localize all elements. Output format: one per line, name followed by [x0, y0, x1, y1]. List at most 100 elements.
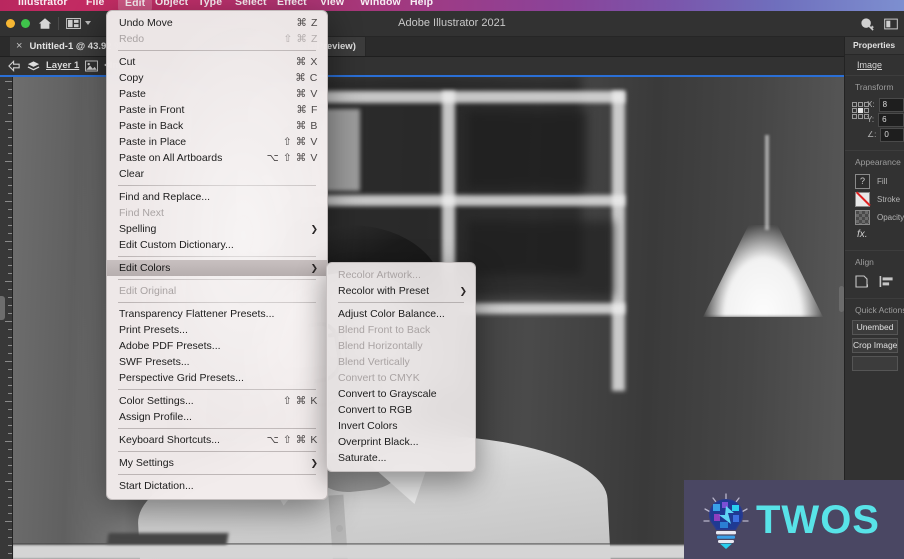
submenu-item-adjust-color-balance[interactable]: Adjust Color Balance... — [327, 306, 475, 322]
reference-point-selector[interactable] — [852, 102, 869, 119]
menu-item-paste-on-all-artboards[interactable]: Paste on All Artboards ⌥ ⇧ ⌘ V — [107, 150, 327, 166]
menu-item-assign-profile[interactable]: Assign Profile... — [107, 409, 327, 425]
menu-item-paste-in-back[interactable]: Paste in Back ⌘ B — [107, 118, 327, 134]
opacity-row[interactable]: Opacity — [845, 208, 904, 226]
menu-item-label: Spelling — [119, 223, 157, 235]
submenu-item-recolor-with-preset[interactable]: Recolor with Preset ❯ — [327, 283, 475, 299]
left-panel-collapse-handle[interactable] — [0, 296, 5, 320]
menu-item-shortcut: ⌘ X — [295, 56, 318, 68]
menu-item-clear[interactable]: Clear — [107, 166, 327, 182]
submenu-item-saturate[interactable]: Saturate... — [327, 450, 475, 466]
fill-row[interactable]: ? Fill — [845, 172, 904, 190]
edit-menu-dropdown[interactable]: Undo Move ⌘ Z Redo ⇧ ⌘ Z Cut ⌘ X Copy ⌘ C Paste ⌘… — [106, 10, 328, 500]
back-arrow-icon[interactable] — [8, 59, 21, 72]
appearance-heading: Appearance — [855, 157, 901, 167]
menu-item-start-dictation[interactable]: Start Dictation... — [107, 478, 327, 494]
search-adobe-icon[interactable] — [860, 17, 874, 31]
menubar-item-help[interactable]: Help — [410, 0, 433, 8]
menubar-item-illustrator[interactable]: Illustrator — [18, 0, 68, 8]
menu-item-copy[interactable]: Copy ⌘ C — [107, 70, 327, 86]
menubar-item-file[interactable]: File — [86, 0, 105, 8]
tab-close-icon[interactable]: × — [16, 40, 22, 52]
menu-separator — [118, 451, 316, 452]
watermark: TWOS — [684, 480, 904, 559]
menu-item-shortcut: ⇧ ⌘ V — [282, 136, 318, 148]
fill-label: Fill — [877, 176, 888, 186]
vertical-scrollbar-handle[interactable] — [839, 286, 844, 312]
x-input[interactable]: 8 — [878, 97, 904, 112]
window-zoom-button[interactable] — [21, 19, 30, 28]
menu-item-label: Saturate... — [338, 452, 387, 464]
menubar-item-type[interactable]: Type — [198, 0, 222, 8]
align-to-artboard-icon[interactable] — [855, 274, 870, 288]
menubar-item-object[interactable]: Object — [155, 0, 188, 8]
menu-item-paste-in-front[interactable]: Paste in Front ⌘ F — [107, 102, 327, 118]
submenu-item-invert-colors[interactable]: Invert Colors — [327, 418, 475, 434]
fill-swatch[interactable]: ? — [855, 173, 870, 189]
quick-action-button-3[interactable] — [852, 356, 898, 371]
image-thumbnail-icon — [85, 60, 99, 71]
menu-item-color-settings[interactable]: Color Settings... ⇧ ⌘ K — [107, 393, 327, 409]
arrange-documents-icon[interactable] — [66, 18, 81, 29]
stroke-row[interactable]: Stroke — [845, 190, 904, 208]
menu-item-label: Perspective Grid Presets... — [119, 372, 244, 384]
menu-item-paste-in-place[interactable]: Paste in Place ⇧ ⌘ V — [107, 134, 327, 150]
menu-item-spelling[interactable]: Spelling ❯ — [107, 221, 327, 237]
edit-colors-submenu[interactable]: Recolor Artwork... Recolor with Preset ❯ Ad… — [326, 262, 476, 472]
menu-item-cut[interactable]: Cut ⌘ X — [107, 54, 327, 70]
menu-item-label: Assign Profile... — [119, 411, 192, 423]
menu-item-label: Undo Move — [119, 17, 173, 29]
menu-item-label: Edit Colors — [119, 262, 171, 274]
menubar-item-select[interactable]: Select — [235, 0, 267, 8]
layer-name-label[interactable]: Layer 1 — [46, 60, 79, 71]
chevron-down-icon[interactable] — [85, 21, 91, 25]
menu-item-edit-custom-dictionary[interactable]: Edit Custom Dictionary... — [107, 237, 327, 253]
crop-image-button[interactable]: Crop Image — [852, 338, 898, 353]
unembed-button[interactable]: Unembed — [852, 320, 898, 335]
home-icon[interactable] — [38, 17, 52, 30]
align-controls — [845, 272, 904, 290]
y-input[interactable]: 6 — [878, 112, 904, 127]
menu-item-find-and-replace[interactable]: Find and Replace... — [107, 189, 327, 205]
divider — [58, 17, 59, 30]
menu-item-edit-colors[interactable]: Edit Colors ❯ — [107, 260, 327, 276]
submenu-item-convert-to-rgb[interactable]: Convert to RGB — [327, 402, 475, 418]
menu-separator — [118, 50, 316, 51]
menu-item-keyboard-shortcuts[interactable]: Keyboard Shortcuts... ⌥ ⇧ ⌘ K — [107, 432, 327, 448]
menubar-item-window[interactable]: Window — [360, 0, 401, 8]
menu-item-adobe-pdf-presets[interactable]: Adobe PDF Presets... — [107, 338, 327, 354]
opacity-swatch[interactable] — [855, 209, 870, 225]
menu-item-label: Convert to CMYK — [338, 372, 420, 384]
menu-item-label: Blend Vertically — [338, 356, 410, 368]
menu-item-swf-presets[interactable]: SWF Presets... — [107, 354, 327, 370]
window-minimize-button[interactable] — [6, 19, 15, 28]
layers-icon[interactable] — [27, 60, 40, 72]
submenu-item-blend-front-to-back: Blend Front to Back — [327, 322, 475, 338]
menu-item-label: Paste in Place — [119, 136, 187, 148]
menu-item-print-presets[interactable]: Print Presets... — [107, 322, 327, 338]
menu-item-label: Convert to RGB — [338, 404, 413, 416]
menu-item-my-settings[interactable]: My Settings ❯ — [107, 455, 327, 471]
properties-panel-tab[interactable]: Properties — [845, 36, 904, 55]
menu-item-paste[interactable]: Paste ⌘ V — [107, 86, 327, 102]
lamp-stem — [765, 135, 769, 230]
angle-input[interactable]: 0 — [880, 127, 904, 142]
workspace-switcher-icon[interactable] — [884, 17, 898, 31]
align-left-icon[interactable] — [879, 275, 894, 288]
menu-item-label: Color Settings... — [119, 395, 194, 407]
menu-item-label: Paste — [119, 88, 146, 100]
submenu-item-convert-to-grayscale[interactable]: Convert to Grayscale — [327, 386, 475, 402]
menu-item-undo-move[interactable]: Undo Move ⌘ Z — [107, 15, 327, 31]
menubar-item-effect[interactable]: Effect — [277, 0, 307, 8]
stroke-swatch[interactable] — [855, 191, 870, 207]
menu-item-shortcut: ⌘ V — [295, 88, 318, 100]
transform-heading: Transform — [855, 82, 894, 92]
submenu-item-overprint-black[interactable]: Overprint Black... — [327, 434, 475, 450]
menu-item-perspective-grid-presets[interactable]: Perspective Grid Presets... — [107, 370, 327, 386]
menu-item-transparency-flattener-presets[interactable]: Transparency Flattener Presets... — [107, 306, 327, 322]
menubar-item-view[interactable]: View — [320, 0, 344, 8]
menu-separator — [118, 389, 316, 390]
menu-item-label: Paste in Back — [119, 120, 184, 132]
angle-label: ∠: — [867, 130, 877, 139]
effects-row[interactable]: fx. — [845, 226, 904, 242]
